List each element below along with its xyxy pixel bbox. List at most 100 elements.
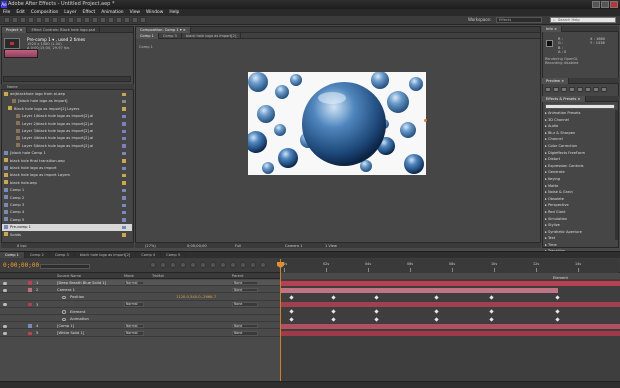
layer-row[interactable]: Element [0,309,280,316]
label-color-swatch[interactable] [122,136,126,141]
timeline-switch-11-icon[interactable] [250,262,256,268]
keyframe[interactable] [374,316,379,322]
magnification-select[interactable]: (27%) [145,243,156,249]
current-time-indicator[interactable] [280,259,281,388]
timeline-switch-7-icon[interactable] [210,262,216,268]
play-icon[interactable] [561,87,567,92]
menu-animation[interactable]: Animation [101,10,123,15]
project-item[interactable]: Comp 3 [2,202,132,209]
stopwatch-icon[interactable] [62,310,66,314]
label-color-swatch[interactable] [122,181,126,185]
layer-mode-select[interactable]: Normal [124,280,144,286]
effects-item[interactable]: ▸ 3D Channel [545,117,617,124]
project-item[interactable]: Layer 2/black hole logo as import[2].ai [2,121,132,128]
menu-effect[interactable]: Effect [83,10,96,15]
property-value[interactable]: 1120.0,540.0,-2666.7 [176,294,216,300]
menu-composition[interactable]: Composition [31,10,58,15]
effects-item[interactable]: ▸ Synthetic Aperture [545,229,617,236]
layer-parent-select[interactable]: None [232,280,258,286]
layer-row[interactable]: Animation [0,316,280,323]
project-item[interactable]: Comp 4 [2,209,132,216]
project-item[interactable]: Black hole logo as import[2] Layers [2,106,132,113]
layer-row[interactable]: 4 [Comp 1] Normal None [0,323,280,330]
keyframe[interactable] [374,295,379,300]
tool-15-icon[interactable] [116,17,122,23]
menu-edit[interactable]: Edit [16,10,25,15]
effects-item[interactable]: ▸ Text [545,235,617,242]
project-item[interactable]: Comp 1 [2,187,132,194]
timeline-switch-12-icon[interactable] [260,262,266,268]
effects-scrollbar[interactable] [615,110,618,240]
prev-frame-icon[interactable] [553,87,559,92]
project-item[interactable]: Layer 1/black hole logo as import[2].ai [2,113,132,120]
layer-parent-select[interactable]: None [232,331,258,336]
keyframe[interactable] [434,316,439,322]
label-color-swatch[interactable] [122,122,126,126]
layer-row[interactable]: 2 Camera 1 None [0,287,280,294]
project-item[interactable]: Pre-comp 1 [2,224,132,231]
timeline-switch-4-icon[interactable] [180,262,186,268]
keyframe[interactable] [489,295,494,300]
effects-item[interactable]: ▸ Animation Presets [545,110,617,117]
keyframe[interactable] [331,309,336,315]
menu-view[interactable]: View [130,10,140,15]
effects-item[interactable]: ▸ Keying [545,176,617,183]
tool-2-icon[interactable] [12,17,18,23]
project-search-input[interactable] [3,76,131,82]
effects-item[interactable]: ▸ Stylize [545,222,617,229]
view-layout-select[interactable]: 1 View [325,243,337,249]
visibility-eye-icon[interactable] [3,331,7,335]
label-color-swatch[interactable] [122,203,126,208]
close-button[interactable] [610,1,618,8]
tool-5-icon[interactable] [36,17,42,23]
workspace-select[interactable]: Effects [496,17,542,23]
comp-subtab[interactable]: Comp 1 [136,33,159,39]
layer-duration-bar[interactable] [280,280,620,286]
label-color-swatch[interactable] [122,129,126,134]
stopwatch-icon[interactable] [62,317,66,321]
label-color-swatch[interactable] [122,107,126,111]
tab-project-0[interactable]: Project × [2,27,28,33]
keyframe[interactable] [374,309,379,315]
label-color-swatch[interactable] [122,173,126,178]
project-item[interactable]: black hole logo as import Layers [2,172,132,179]
ram-preview-icon[interactable] [601,87,607,92]
effects-item[interactable]: ▸ Time [545,242,617,249]
project-item[interactable]: [black hole logo as import] [2,98,132,105]
project-item[interactable]: Comp 2 [2,195,132,202]
label-color-swatch[interactable] [122,196,126,200]
visibility-eye-icon[interactable] [3,281,7,285]
effects-item[interactable]: ▸ Digieffects FreeForm [545,150,617,157]
label-color-swatch[interactable] [122,151,126,156]
label-color-swatch[interactable] [122,188,126,193]
layer-mode-select[interactable]: Normal [124,331,144,336]
property-name[interactable]: Animation [70,316,89,322]
tool-11-icon[interactable] [84,17,90,23]
tool-18-icon[interactable] [140,17,146,23]
col-source-name[interactable]: Source Name [57,273,81,279]
keyframe[interactable] [489,316,494,322]
tool-6-icon[interactable] [44,17,50,23]
audio-icon[interactable] [585,87,591,92]
timeline-switch-10-icon[interactable] [240,262,246,268]
effects-item[interactable]: ▸ Distort [545,156,617,163]
keyframe[interactable] [555,309,560,315]
layer-label-swatch[interactable] [28,324,32,329]
keyframe[interactable] [434,295,439,300]
timeline-switch-3-icon[interactable] [170,262,176,268]
timeline-switch-2-icon[interactable] [160,262,166,268]
tool-8-icon[interactable] [60,17,66,23]
effects-item[interactable]: ▸ Generate [545,169,617,176]
layer-duration-bar[interactable] [280,323,620,329]
project-item[interactable]: [black hole Comp 1 [2,150,132,157]
layer-parent-select[interactable]: None [232,324,258,329]
effects-item[interactable]: ▸ Expression Controls [545,163,617,170]
keyframe[interactable] [331,295,336,300]
comp-subtab[interactable]: black hole logo as import[2] [182,33,242,39]
keyframe[interactable] [289,316,294,322]
effects-item[interactable]: ▸ Red Giant [545,209,617,216]
layer-label-swatch[interactable] [28,281,32,285]
effects-search-input[interactable] [545,104,615,109]
effects-item[interactable]: ▸ Blur & Sharpen [545,130,617,137]
layer-mode-select[interactable]: Normal [124,302,144,307]
